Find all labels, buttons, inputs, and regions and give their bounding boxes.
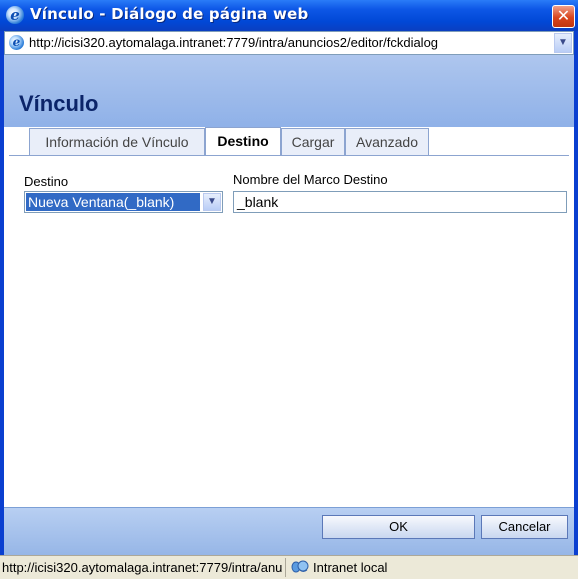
address-dropdown-button[interactable]: ▼ [554,33,572,53]
tab-target[interactable]: Destino [205,127,281,155]
address-url: http://icisi320.aytomalaga.intranet:7779… [29,35,439,50]
dialog-body: Vínculo Información de Vínculo Destino C… [4,55,574,578]
target-select[interactable]: Nueva Ventana(_blank) ▼ [24,191,223,213]
title-bar[interactable]: e Vínculo - Diálogo de página web ✕ [0,0,578,31]
security-zone: Intranet local [313,560,388,575]
tab-upload[interactable]: Cargar [281,128,345,155]
intranet-globe-icon [291,560,309,573]
dialog-title: Vínculo [19,91,99,116]
address-bar: e http://icisi320.aytomalaga.intranet:77… [4,31,574,55]
status-divider [285,558,286,577]
window-title: Vínculo - Diálogo de página web [30,5,309,23]
tab-advanced[interactable]: Avanzado [345,128,429,155]
tab-link-info[interactable]: Información de Vínculo [29,128,205,155]
target-select-value: Nueva Ventana(_blank) [26,193,200,211]
frame-name-input[interactable]: _blank [233,191,567,213]
close-button[interactable]: ✕ [552,5,575,28]
dialog-window: e Vínculo - Diálogo de página web ✕ e ht… [0,0,578,579]
target-label: Destino [24,174,69,189]
chevron-down-icon[interactable]: ▼ [203,193,221,211]
cancel-button[interactable]: Cancelar [481,515,568,539]
dialog-footer: OK Cancelar [4,507,574,557]
frame-name-label: Nombre del Marco Destino [233,172,388,187]
status-bar: http://icisi320.aytomalaga.intranet:7779… [0,555,578,579]
ie-page-icon: e [9,35,24,50]
ie-logo-icon: e [6,6,24,24]
dialog-header: Vínculo [4,55,574,127]
tab-divider [9,155,569,156]
status-url: http://icisi320.aytomalaga.intranet:7779… [2,560,282,575]
ok-button[interactable]: OK [322,515,475,539]
